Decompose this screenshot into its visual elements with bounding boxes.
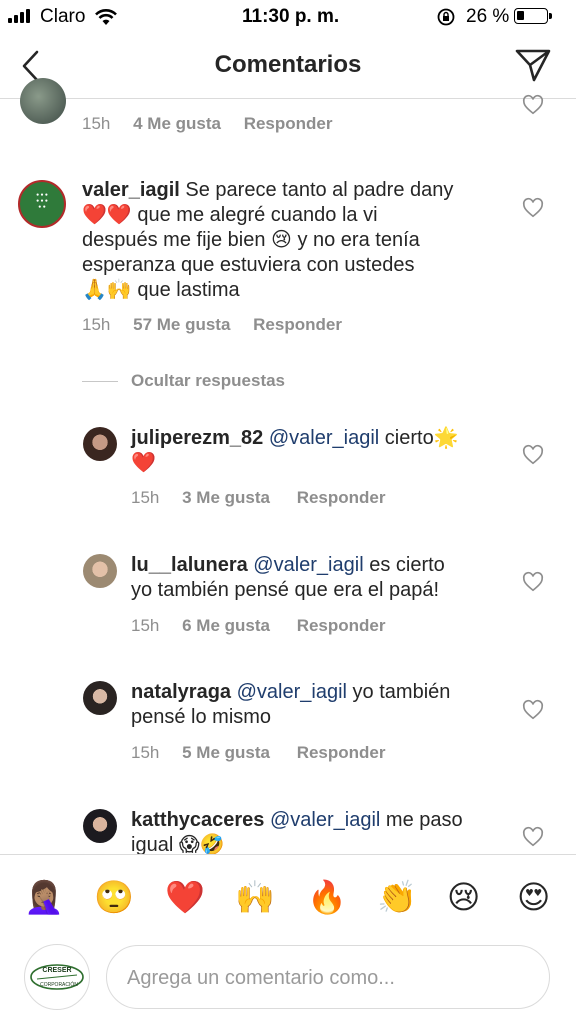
emoji: ❤️	[131, 452, 156, 474]
comment-input-wrapper[interactable]	[106, 945, 550, 1009]
reply-time: 15h	[131, 616, 160, 635]
reply-button[interactable]: Responder	[253, 315, 342, 334]
mention-link[interactable]: @valer_iagil	[253, 554, 363, 576]
emoji: 🌟	[433, 427, 459, 449]
comment-text: después me fije bien	[82, 229, 266, 251]
mention-link[interactable]: @valer_iagil	[270, 809, 380, 831]
avatar[interactable]	[83, 681, 117, 715]
reply-username[interactable]: juliperezm_82	[131, 427, 263, 449]
page-title: Comentarios	[214, 51, 362, 78]
svg-text:CORPORACIÓN: CORPORACIÓN	[40, 981, 78, 988]
emoji-eyeroll-button[interactable]: 🙄	[94, 877, 134, 917]
emoji: 😱🤣	[178, 834, 225, 854]
reply-button[interactable]: Responder	[297, 488, 386, 507]
avatar[interactable]	[83, 427, 117, 461]
status-bar: Claro 11:30 p. m. 26 %	[0, 0, 576, 34]
reply-text: me paso	[385, 809, 463, 831]
reply-text: yo también	[352, 681, 451, 703]
reply-button[interactable]: Responder	[297, 616, 386, 635]
reply-body: lu__lalunera @valer_iagil es cierto yo t…	[131, 553, 511, 603]
comment-username[interactable]: valer_iagil	[82, 179, 180, 201]
comment-meta: 15h 4 Me gusta Responder	[82, 114, 333, 134]
signal-icon	[8, 9, 36, 23]
svg-text:CRESER: CRESER	[42, 967, 71, 974]
likes-link[interactable]: 5 Me gusta	[182, 743, 270, 762]
avatar[interactable]	[20, 78, 66, 124]
comment-text: esperanza que estuviera con ustedes	[82, 254, 415, 276]
emoji-quick-bar: 🤦🏽‍♀️ 🙄 ❤️ 🙌 🔥 👏 😢 😍	[0, 854, 576, 941]
reply-text: cierto	[384, 427, 434, 449]
send-icon[interactable]	[514, 46, 552, 84]
wifi-icon	[95, 9, 117, 25]
comment-time: 15h	[82, 315, 111, 334]
reply-text: es cierto	[369, 554, 445, 576]
comment-input[interactable]	[125, 962, 529, 994]
emoji-clap-button[interactable]: 👏	[377, 877, 417, 917]
reply-body: juliperezm_82 @valer_iagil cierto🌟 ❤️	[131, 426, 511, 476]
comment-meta: 15h 57 Me gusta Responder	[82, 315, 342, 335]
mention-link[interactable]: @valer_iagil	[269, 427, 379, 449]
like-heart-icon[interactable]	[522, 699, 544, 721]
comment-text: y no era tenía	[297, 229, 420, 251]
emoji-heart-button[interactable]: ❤️	[165, 877, 205, 917]
like-heart-icon[interactable]	[522, 571, 544, 593]
divider-line	[82, 381, 118, 382]
reply-meta: 15h 6 Me gusta Responder	[131, 616, 386, 636]
emoji-fire-button[interactable]: 🔥	[307, 877, 347, 917]
like-heart-icon[interactable]	[522, 94, 544, 116]
emoji-row-clipped: ● ● ● ● ● ● ●	[206, 88, 382, 98]
likes-link[interactable]: 57 Me gusta	[133, 315, 230, 334]
like-heart-icon[interactable]	[522, 197, 544, 219]
reply-meta: 15h 3 Me gusta Responder	[131, 488, 386, 508]
carrier-label: Claro	[40, 6, 86, 27]
reply-username[interactable]: lu__lalunera	[131, 554, 248, 576]
reply-body: katthycaceres @valer_iagil me paso igual…	[131, 808, 511, 854]
emoji-cry-button[interactable]: 😢	[447, 877, 480, 917]
reply-text: igual	[131, 834, 174, 854]
avatar[interactable]	[83, 809, 117, 843]
comment-text: que me alegré cuando la vi	[137, 204, 378, 226]
comment-time: 15h	[82, 114, 111, 133]
comment-text: Se parece tanto al padre dany	[185, 179, 454, 201]
emoji: ❤️❤️	[82, 204, 132, 226]
reply-time: 15h	[131, 743, 160, 762]
reply-button[interactable]: Responder	[297, 743, 386, 762]
likes-link[interactable]: 4 Me gusta	[133, 114, 221, 133]
mention-link[interactable]: @valer_iagil	[237, 681, 347, 703]
like-heart-icon[interactable]	[522, 826, 544, 848]
like-heart-icon[interactable]	[522, 444, 544, 466]
reply-button[interactable]: Responder	[244, 114, 333, 133]
avatar[interactable]	[83, 554, 117, 588]
reply-body: natalyraga @valer_iagil yo también pensé…	[131, 680, 511, 730]
likes-link[interactable]: 3 Me gusta	[182, 488, 270, 507]
reply-text: yo también pensé que era el papá!	[131, 579, 439, 601]
emoji: 😢	[271, 229, 292, 251]
emoji-facepalm-button[interactable]: 🤦🏽‍♀️	[24, 877, 64, 917]
comment-body: valer_iagil Se parece tanto al padre dan…	[82, 178, 512, 303]
orientation-lock-icon	[437, 8, 455, 26]
reply-meta: 15h 5 Me gusta Responder	[131, 743, 386, 763]
own-avatar[interactable]: CRESER CORPORACIÓN	[24, 944, 90, 1010]
reply-username[interactable]: katthycaceres	[131, 809, 264, 831]
emoji: 🙏🙌	[82, 279, 132, 301]
battery-percent: 26 %	[466, 6, 510, 27]
reply-time: 15h	[131, 488, 160, 507]
reply-username[interactable]: natalyraga	[131, 681, 231, 703]
battery-icon	[514, 8, 552, 24]
emoji-heart-eyes-button[interactable]: 😍	[517, 877, 550, 917]
comment-text: que lastima	[137, 279, 240, 301]
creser-logo-icon: CRESER CORPORACIÓN	[30, 964, 84, 990]
avatar[interactable]: ● ● ● ● ● ● ● ●	[18, 180, 66, 228]
clock: 11:30 p. m.	[242, 6, 340, 27]
hide-replies-button[interactable]: Ocultar respuestas	[131, 371, 285, 391]
emoji-raised-hands-button[interactable]: 🙌	[235, 877, 275, 917]
reply-text: pensé lo mismo	[131, 706, 272, 728]
likes-link[interactable]: 6 Me gusta	[182, 616, 270, 635]
